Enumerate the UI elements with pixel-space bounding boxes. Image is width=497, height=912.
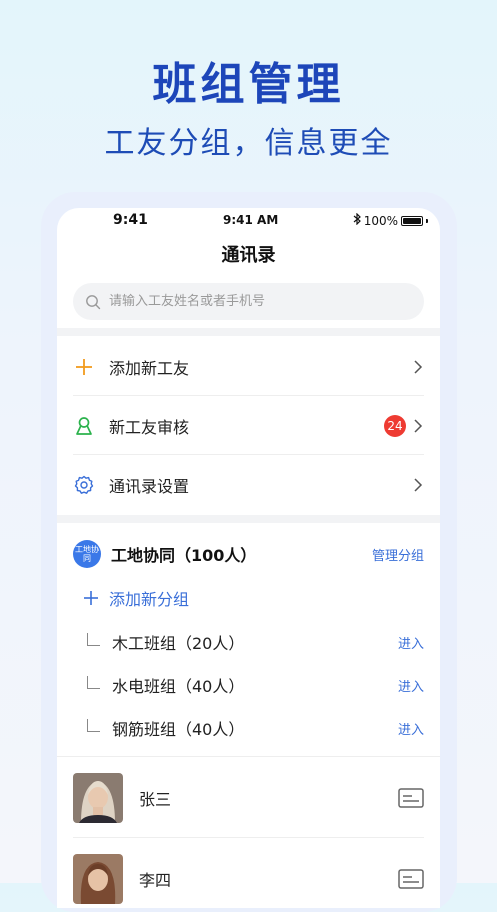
enter-team-link[interactable]: 进入 (398, 676, 424, 695)
id-card-icon[interactable] (398, 869, 424, 889)
add-group-button[interactable]: 添加新分组 (83, 586, 189, 610)
plus-icon (84, 591, 98, 605)
tree-branch-icon (87, 632, 100, 646)
row-divider (73, 837, 424, 838)
search-icon (86, 294, 101, 309)
team-name: 水电班组（40人） (112, 677, 245, 696)
enter-team-link[interactable]: 进入 (398, 719, 424, 738)
search-input[interactable] (107, 293, 411, 310)
worker-review-row[interactable]: 新工友审核 24 (73, 396, 424, 455)
id-card-icon[interactable] (398, 788, 424, 808)
page-title: 通讯录 (221, 245, 276, 266)
tree-branch-icon (87, 718, 100, 732)
section-divider (57, 328, 440, 336)
team-name: 木工班组（20人） (112, 634, 245, 653)
team-row[interactable]: 木工班组（20人） 进入 (87, 628, 424, 656)
phone-screen: 9:41 9:41 AM 100% 通讯录 添加新工友 (57, 208, 440, 908)
team-name: 钢筋班组（40人） (112, 720, 245, 739)
avatar (73, 854, 123, 904)
chevron-right-icon (414, 418, 423, 433)
status-indicators: 100% (353, 212, 428, 228)
contacts-settings-row[interactable]: 通讯录设置 (73, 455, 424, 514)
avatar (73, 773, 123, 823)
status-time-center: 9:41 AM (223, 213, 279, 227)
group-name: 工地协同（100人） (111, 546, 257, 565)
battery-icon (401, 215, 423, 226)
add-worker-label: 添加新工友 (109, 358, 190, 378)
user-review-icon (73, 415, 95, 437)
add-worker-row[interactable]: 添加新工友 (73, 337, 424, 396)
promo-subtitle: 工友分组，信息更全 (104, 126, 393, 161)
battery-tip (426, 218, 428, 223)
section-divider (57, 515, 440, 523)
battery-percent: 100% (363, 213, 398, 228)
group-logo: 工地协同 (73, 540, 101, 568)
worker-review-label: 新工友审核 (109, 417, 190, 437)
team-row[interactable]: 水电班组（40人） 进入 (87, 671, 424, 699)
search-bar[interactable] (73, 283, 424, 320)
tree-branch-icon (87, 675, 100, 689)
add-group-label: 添加新分组 (109, 590, 190, 609)
contacts-settings-label: 通讯录设置 (109, 476, 190, 496)
gear-icon (73, 474, 95, 496)
plus-icon (73, 356, 95, 378)
contact-name: 李四 (139, 871, 172, 890)
notification-badge: 24 (384, 414, 406, 437)
row-divider (57, 756, 440, 757)
team-row[interactable]: 钢筋班组（40人） 进入 (87, 714, 424, 742)
promo-title: 班组管理 (152, 59, 345, 110)
status-time: 9:41 (113, 212, 148, 228)
status-bar: 9:41 9:41 AM 100% (57, 208, 440, 232)
contact-row[interactable]: 李四 (73, 853, 424, 905)
chevron-right-icon (414, 359, 423, 374)
chevron-right-icon (414, 477, 423, 492)
contact-row[interactable]: 张三 (73, 772, 424, 824)
manage-groups-link[interactable]: 管理分组 (372, 545, 424, 564)
enter-team-link[interactable]: 进入 (398, 633, 424, 652)
contact-name: 张三 (139, 790, 172, 809)
group-header: 工地协同 工地协同（100人） 管理分组 (73, 539, 424, 569)
bluetooth-icon (353, 212, 361, 228)
